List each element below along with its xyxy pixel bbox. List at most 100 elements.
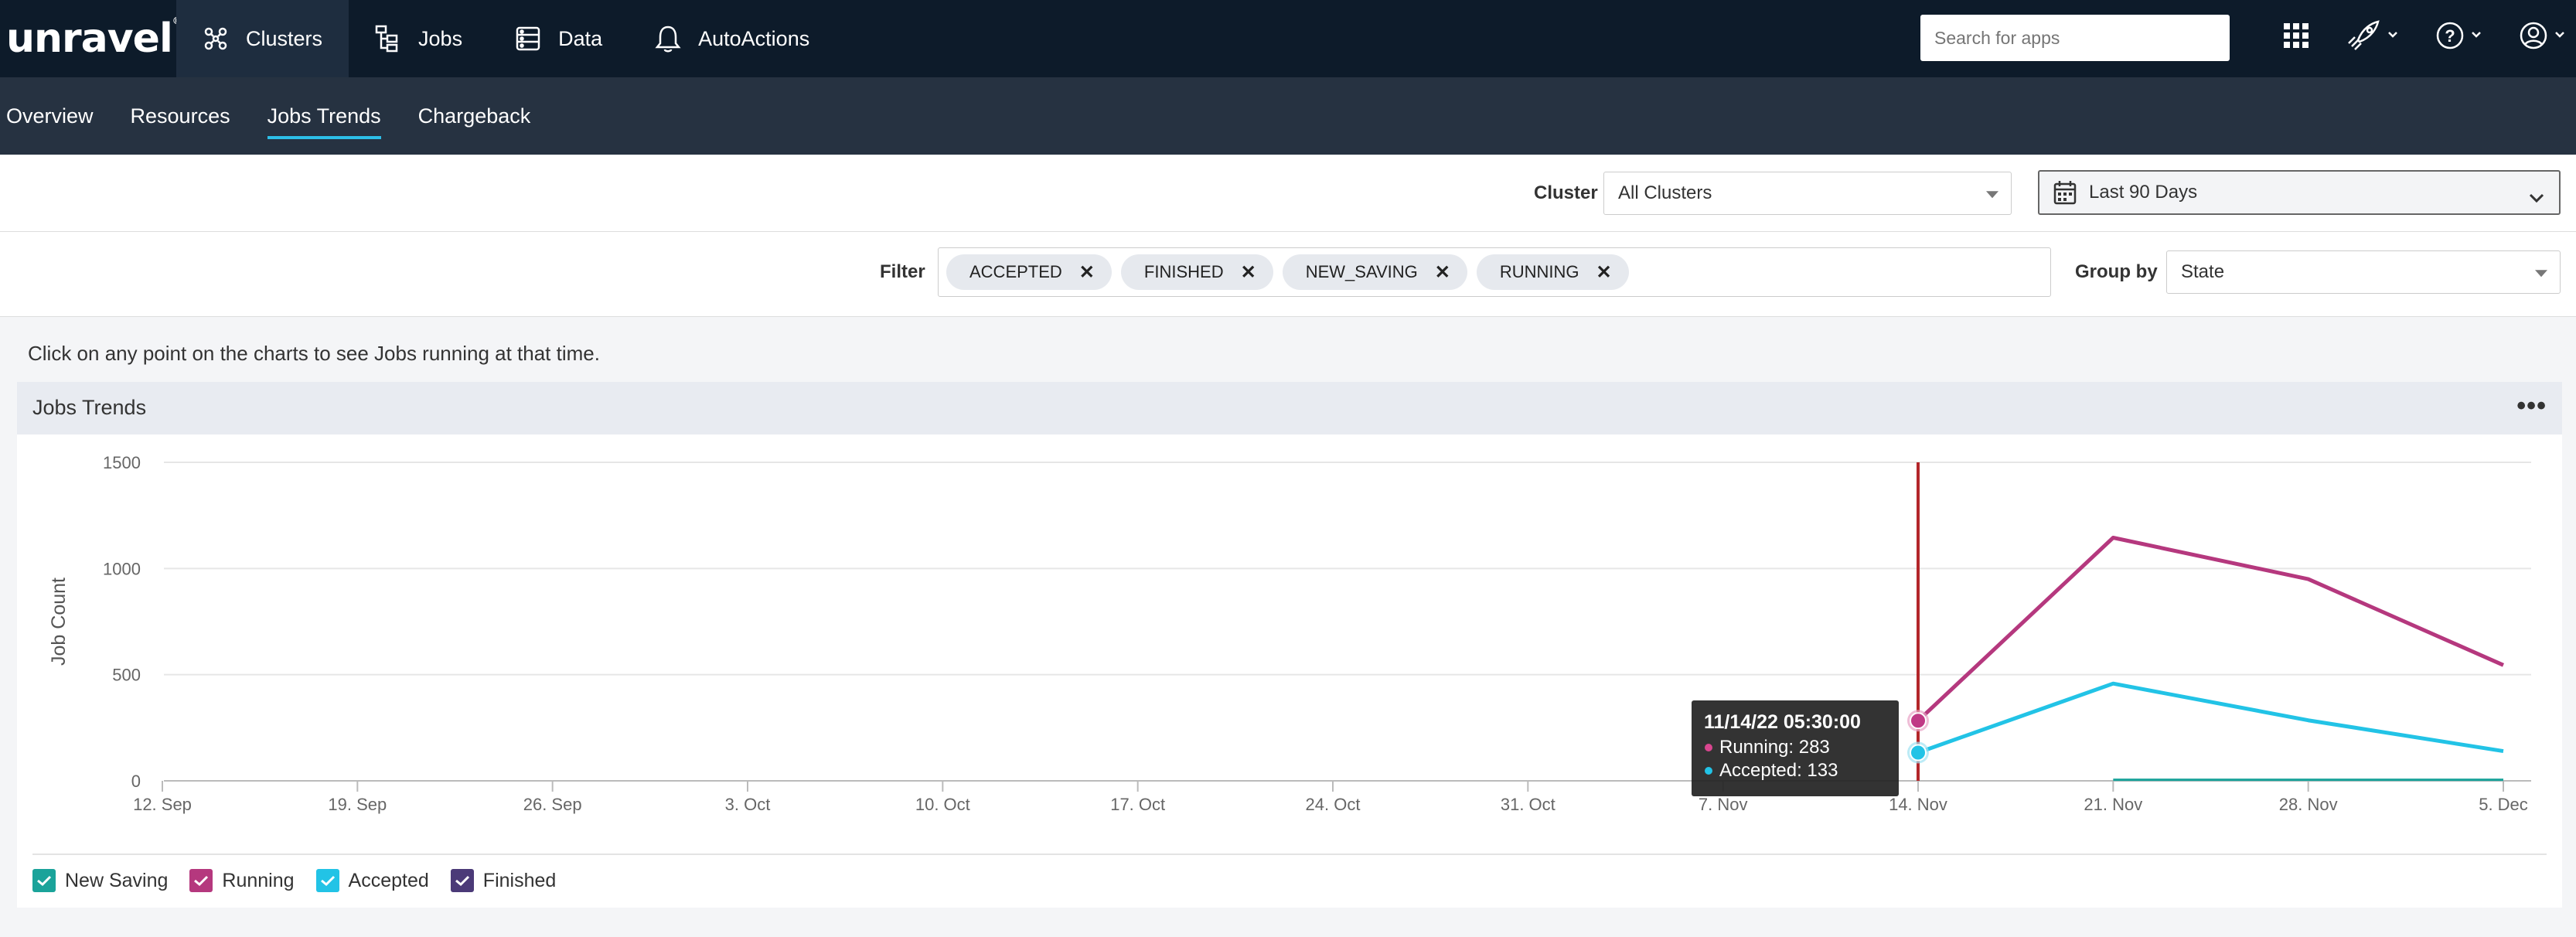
tooltip-marker [1705,767,1712,775]
legend-item[interactable]: New Saving [32,869,168,892]
legend-label: Accepted [348,869,429,891]
chevron-down-icon [2387,29,2398,43]
chart-hint-text: Click on any point on the charts to see … [28,342,600,365]
tooltip-row: Running: 283 [1719,737,1830,758]
nav-autoactions-label: AutoActions [698,26,810,50]
panel-title: Jobs Trends [32,396,147,419]
rocket-icon[interactable] [2347,20,2398,51]
apps-grid-icon[interactable] [2282,22,2310,49]
jobs-trends-panel: Jobs Trends ••• 0 500 1000 1500 12. Sep 19. S… [17,382,2562,908]
cluster-label: Cluster [1534,182,1598,203]
series-line[interactable] [1917,681,2504,755]
clusters-icon [203,26,229,52]
legend-divider [32,854,2547,855]
y-axis-label: Job Count [48,578,70,666]
x-tick-label: 26. Sep [523,795,582,814]
unravel-logo[interactable]: unravel® [6,15,182,62]
bell-icon [655,25,681,53]
x-tick-label: 21. Nov [2084,795,2142,814]
date-range-value: Last 90 Days [2089,182,2198,203]
cluster-select-value: All Clusters [1618,182,1712,203]
cluster-bar: Cluster All Clusters Last 90 Days [0,155,2576,232]
filter-input[interactable]: ACCEPTED ✕ FINISHED ✕ NEW_SAVING ✕ RUNNING ✕ [938,247,2051,297]
tab-resources[interactable]: Resources [131,77,230,155]
filter-chip-finished[interactable]: FINISHED ✕ [1120,254,1273,290]
svg-text:?: ? [2445,26,2455,46]
chevron-down-icon [2535,270,2547,278]
close-icon[interactable]: ✕ [1079,261,1095,284]
legend-label: Finished [482,869,557,891]
x-tick-label: 12. Sep [133,795,192,814]
checkbox-checked-icon[interactable] [315,869,339,892]
x-tick-label: 24. Oct [1306,795,1361,814]
cluster-select[interactable]: All Clusters [1603,172,2012,215]
close-icon[interactable]: ✕ [1241,261,1256,284]
legend-label: New Saving [65,869,169,891]
data-point-accepted[interactable] [1910,744,1927,762]
help-icon[interactable]: ? [2435,21,2482,50]
x-tick-label: 31. Oct [1501,795,1555,814]
chevron-down-icon [2554,29,2565,43]
chart-legend: New Saving Running Accepted Finished [32,869,578,892]
tooltip-header: 11/14/22 05:30:00 [1704,711,1861,733]
nav-data[interactable]: Data [489,0,629,77]
top-navigation: unravel® Clusters Jobs Data AutoActions [0,0,2576,77]
tooltip-row: Accepted: 133 [1719,760,1838,781]
legend-item[interactable]: Finished [450,869,557,892]
chevron-down-icon [2471,29,2482,43]
tooltip-marker [1705,744,1712,751]
x-tick-label: 14. Nov [1889,795,1947,814]
nav-data-label: Data [558,26,603,50]
tab-overview[interactable]: Overview [6,77,94,155]
legend-item[interactable]: Running [189,869,295,892]
x-tick-label: 10. Oct [915,795,970,814]
tab-jobs-trends[interactable]: Jobs Trends [267,77,381,155]
top-utility-icons: ? [2282,20,2576,51]
nav-clusters[interactable]: Clusters [176,0,349,77]
sub-navigation: Overview Resources Jobs Trends Chargebac… [0,77,2576,155]
nav-autoactions[interactable]: AutoActions [629,0,836,77]
user-avatar-icon[interactable] [2519,21,2565,50]
nav-jobs-label: Jobs [418,26,463,50]
checkbox-checked-icon[interactable] [189,869,213,892]
search-input[interactable] [1920,15,2230,61]
groupby-select[interactable]: State [2166,250,2561,294]
jobs-icon [375,25,401,53]
y-tick-label: 1000 [103,559,141,578]
x-tick-label: 3. Oct [725,795,771,814]
x-tick-label: 5. Dec [2479,795,2528,814]
series-line[interactable] [1917,536,2505,723]
x-tick-label: 17. Oct [1110,795,1165,814]
filter-chip-new-saving[interactable]: NEW_SAVING ✕ [1282,254,1467,290]
x-tick-label: 7. Nov [1699,795,1748,814]
nav-clusters-label: Clusters [246,26,323,50]
y-tick-label: 1500 [103,453,141,472]
filter-chip-running[interactable]: RUNNING ✕ [1476,254,1629,290]
nav-jobs[interactable]: Jobs [349,0,489,77]
y-tick-label: 500 [112,666,141,685]
tab-chargeback[interactable]: Chargeback [418,77,531,155]
data-icon [515,26,541,52]
date-range-select[interactable]: Last 90 Days [2038,170,2561,215]
groupby-label: Group by [2075,261,2158,282]
checkbox-checked-icon[interactable] [32,869,56,892]
chevron-down-icon [1986,191,1998,199]
more-options-icon[interactable]: ••• [2516,391,2547,421]
chevron-down-icon [2528,187,2545,209]
x-tick-label: 28. Nov [2279,795,2338,814]
calendar-icon [2053,180,2077,205]
jobs-trends-chart[interactable]: 0 500 1000 1500 12. Sep 19. Sep 26. Sep 3. Oct 1… [17,434,2562,867]
data-point-running[interactable] [1910,712,1927,730]
legend-item[interactable]: Accepted [315,869,429,892]
y-tick-label: 0 [131,772,141,791]
panel-header: Jobs Trends ••• [17,382,2562,434]
close-icon[interactable]: ✕ [1596,261,1612,284]
filter-chip-accepted[interactable]: ACCEPTED ✕ [946,254,1112,290]
x-tick-label: 19. Sep [328,795,387,814]
close-icon[interactable]: ✕ [1435,261,1450,284]
filter-bar: Filter ACCEPTED ✕ FINISHED ✕ NEW_SAVING ✕ R… [0,232,2576,317]
checkbox-checked-icon[interactable] [450,869,474,892]
groupby-select-value: State [2181,261,2225,282]
filter-label: Filter [880,261,925,282]
legend-label: Running [222,869,295,891]
